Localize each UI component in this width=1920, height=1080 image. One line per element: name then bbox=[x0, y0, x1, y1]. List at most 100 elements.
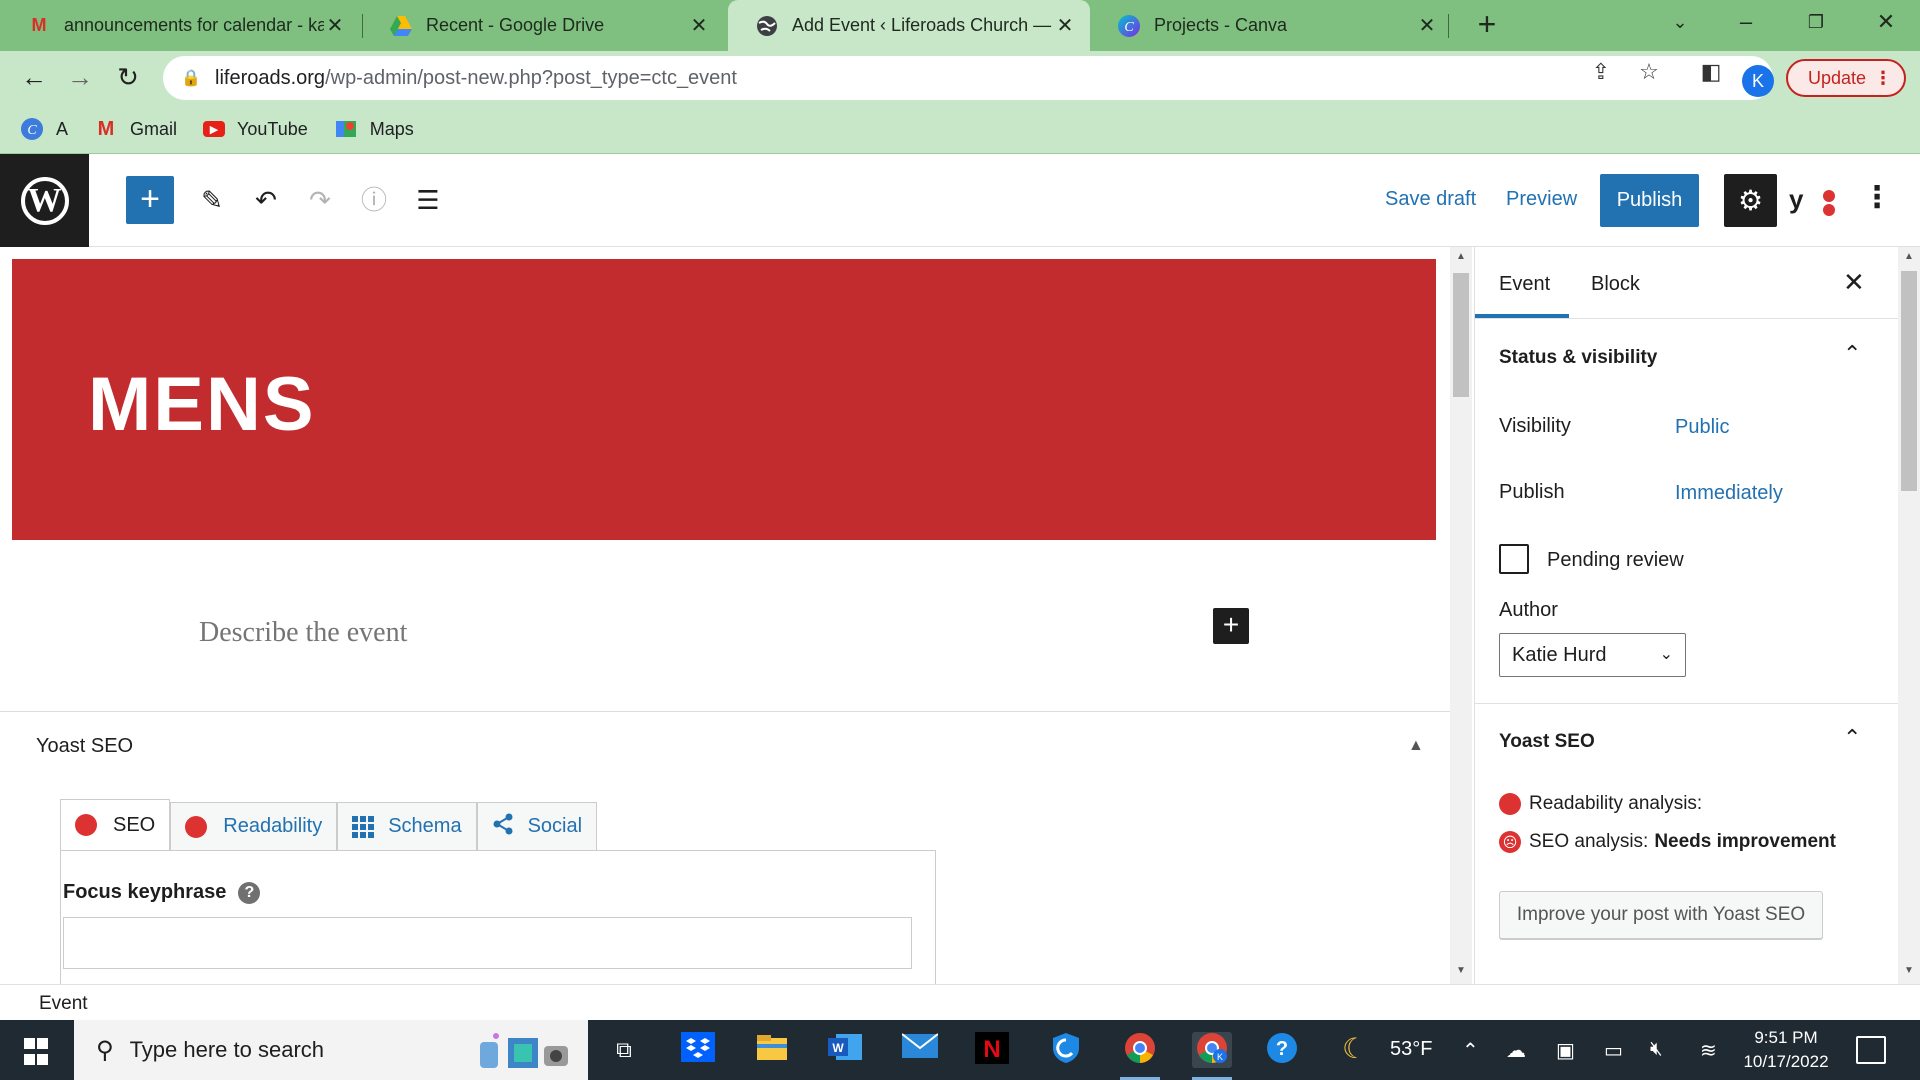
tab-block[interactable]: Block bbox=[1591, 273, 1640, 296]
chrome-profile-icon[interactable]: K bbox=[1192, 1032, 1232, 1068]
editor-scrollbar[interactable]: ▲ ▼ bbox=[1450, 247, 1472, 984]
bookmark-label: YouTube bbox=[237, 118, 308, 139]
tab-add-event[interactable]: Add Event ‹ Liferoads Church — ✕ bbox=[728, 0, 1090, 51]
profile-avatar[interactable]: K bbox=[1742, 65, 1774, 97]
weather-moon-icon[interactable]: ☾ bbox=[1342, 1032, 1367, 1065]
file-explorer-icon[interactable] bbox=[752, 1032, 792, 1068]
sidebar-scrollbar[interactable]: ▲ ▼ bbox=[1898, 247, 1920, 984]
improve-yoast-button[interactable]: Improve your post with Yoast SEO bbox=[1499, 891, 1823, 939]
scroll-down-icon[interactable]: ▼ bbox=[1450, 965, 1472, 976]
battery-icon[interactable]: ▭ bbox=[1604, 1038, 1623, 1063]
block-inserter-button[interactable]: + bbox=[126, 176, 174, 224]
netflix-icon[interactable]: N bbox=[972, 1032, 1012, 1068]
pencil-icon[interactable]: ✎ bbox=[194, 182, 230, 218]
collapse-triangle-icon[interactable]: ▲ bbox=[1408, 737, 1424, 755]
forward-button[interactable]: → bbox=[60, 57, 100, 97]
tab-event[interactable]: Event bbox=[1499, 273, 1550, 296]
taskbar-search[interactable]: ⚲ Type here to search bbox=[74, 1020, 588, 1080]
task-view-icon[interactable]: ⧉ bbox=[604, 1032, 644, 1068]
focus-keyphrase-input[interactable] bbox=[63, 917, 912, 969]
wordpress-logo-icon[interactable]: W bbox=[0, 154, 89, 247]
scroll-up-icon[interactable]: ▲ bbox=[1898, 251, 1920, 262]
cover-block[interactable]: MENS bbox=[12, 259, 1436, 540]
system-clock[interactable]: 9:51 PM 10/17/2022 bbox=[1738, 1026, 1834, 1074]
chevron-up-icon[interactable]: ⌃ bbox=[1843, 725, 1861, 751]
back-button[interactable]: ← bbox=[14, 57, 54, 97]
publish-date-link[interactable]: Immediately bbox=[1675, 482, 1783, 505]
tab-google-drive[interactable]: Recent - Google Drive ✕ bbox=[362, 0, 724, 51]
dropbox-icon[interactable] bbox=[678, 1032, 718, 1068]
publish-button[interactable]: Publish bbox=[1600, 174, 1699, 227]
yoast-tab-readability[interactable]: Readability bbox=[170, 802, 338, 850]
url-bar[interactable]: 🔒 liferoads.org/wp-admin/post-new.php?po… bbox=[163, 56, 1773, 100]
pending-review-checkbox[interactable] bbox=[1499, 544, 1529, 574]
scrollbar-thumb[interactable] bbox=[1901, 271, 1917, 491]
list-view-icon[interactable]: ☰ bbox=[410, 182, 446, 218]
notification-icon[interactable] bbox=[1856, 1036, 1886, 1064]
mail-icon[interactable] bbox=[900, 1032, 940, 1068]
wifi-icon[interactable]: ≋ bbox=[1700, 1038, 1717, 1063]
tray-chevron-icon[interactable]: ⌃ bbox=[1462, 1038, 1479, 1063]
windows-start-icon[interactable] bbox=[12, 1034, 60, 1068]
bookmark-youtube[interactable]: ▶ YouTube bbox=[203, 119, 308, 140]
tab-gmail[interactable]: M announcements for calendar - ka ✕ bbox=[0, 0, 360, 51]
reload-button[interactable]: ↻ bbox=[108, 57, 148, 97]
preview-button[interactable]: Preview bbox=[1506, 188, 1577, 211]
window-close-button[interactable]: ✕ bbox=[1858, 0, 1914, 44]
readability-analysis-row: Readability analysis: bbox=[1499, 793, 1702, 815]
close-icon[interactable]: ✕ bbox=[1843, 267, 1865, 298]
yoast-panel-title[interactable]: Yoast SEO bbox=[1499, 731, 1595, 753]
security-shield-icon[interactable] bbox=[1046, 1032, 1086, 1068]
restore-button[interactable]: ❐ bbox=[1788, 0, 1844, 44]
scroll-up-icon[interactable]: ▲ bbox=[1450, 251, 1472, 262]
new-tab-button[interactable]: + bbox=[1468, 6, 1506, 44]
undo-icon[interactable]: ↶ bbox=[248, 182, 284, 218]
settings-gear-icon[interactable]: ⚙ bbox=[1724, 174, 1777, 227]
display-icon[interactable]: ▣ bbox=[1556, 1038, 1575, 1063]
options-menu-icon[interactable]: ⋮ bbox=[1862, 180, 1892, 215]
tab-canva[interactable]: C Projects - Canva ✕ bbox=[1090, 0, 1452, 51]
bookmark-canva[interactable]: C A bbox=[20, 117, 68, 141]
bookmark-maps[interactable]: Maps bbox=[334, 117, 414, 141]
author-select[interactable]: Katie Hurd ⌄ bbox=[1499, 633, 1686, 677]
lock-icon[interactable]: 🔒 bbox=[181, 68, 201, 88]
cover-title[interactable]: MENS bbox=[88, 361, 316, 448]
event-description-placeholder[interactable]: Describe the event bbox=[199, 617, 407, 649]
close-icon[interactable]: ✕ bbox=[1416, 13, 1438, 38]
cloud-warning-icon[interactable]: ☁ bbox=[1506, 1038, 1526, 1063]
chevron-up-icon[interactable]: ⌃ bbox=[1843, 341, 1861, 367]
save-draft-button[interactable]: Save draft bbox=[1385, 188, 1476, 211]
bookmark-gmail[interactable]: M Gmail bbox=[94, 117, 177, 141]
scrollbar-thumb[interactable] bbox=[1453, 273, 1469, 397]
pending-review-label[interactable]: Pending review bbox=[1547, 549, 1684, 572]
visibility-link[interactable]: Public bbox=[1675, 416, 1729, 439]
word-icon[interactable]: W bbox=[826, 1032, 866, 1068]
status-visibility-title[interactable]: Status & visibility bbox=[1499, 347, 1657, 369]
help-icon[interactable]: ? bbox=[238, 881, 261, 904]
share-icon[interactable]: ⇪ bbox=[1586, 59, 1616, 85]
yoast-tab-social[interactable]: Social bbox=[476, 802, 598, 850]
chrome-icon[interactable] bbox=[1120, 1032, 1160, 1068]
close-icon[interactable]: ✕ bbox=[1054, 13, 1076, 38]
yoast-metabox-title[interactable]: Yoast SEO bbox=[36, 735, 133, 758]
redo-icon[interactable]: ↷ bbox=[302, 182, 338, 218]
volume-muted-icon[interactable]: 🔇︎ bbox=[1650, 1038, 1663, 1061]
breadcrumb-item[interactable]: Event bbox=[39, 993, 88, 1014]
info-icon[interactable]: ⓘ bbox=[356, 182, 392, 218]
scroll-down-icon[interactable]: ▼ bbox=[1898, 965, 1920, 976]
tab-search-chevron-icon[interactable]: ⌄ bbox=[1652, 0, 1708, 44]
focus-keyphrase-label: Focus keyphrase? bbox=[63, 881, 261, 904]
yoast-tab-seo[interactable]: SEO bbox=[60, 799, 171, 850]
minimize-button[interactable]: – bbox=[1718, 0, 1774, 44]
close-icon[interactable]: ✕ bbox=[324, 13, 346, 38]
add-block-button[interactable]: + bbox=[1213, 608, 1249, 644]
help-icon[interactable]: ? bbox=[1262, 1032, 1302, 1068]
red-status-dot-icon bbox=[75, 814, 97, 836]
yoast-icon[interactable]: y bbox=[1789, 184, 1835, 218]
side-panel-icon[interactable]: ◧ bbox=[1696, 59, 1726, 85]
yoast-tab-schema[interactable]: Schema bbox=[337, 802, 477, 850]
temperature[interactable]: 53°F bbox=[1390, 1038, 1432, 1061]
bookmark-star-icon[interactable]: ☆ bbox=[1634, 59, 1664, 85]
close-icon[interactable]: ✕ bbox=[688, 13, 710, 38]
update-button[interactable]: Update ⋮ bbox=[1786, 59, 1906, 97]
